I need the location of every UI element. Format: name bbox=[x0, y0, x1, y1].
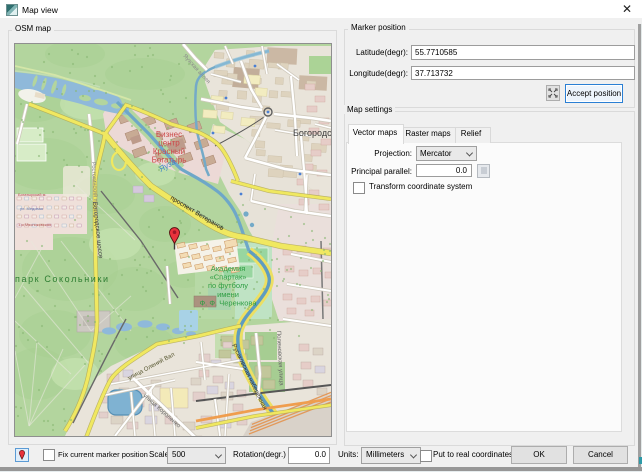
svg-text:ул. Медовая: ул. Медовая bbox=[20, 206, 43, 211]
svg-text:парк Сокольники: парк Сокольники bbox=[15, 274, 110, 284]
svg-text:Богатырский м.: Богатырский м. bbox=[18, 192, 46, 197]
svg-text:1-я Мясниковская: 1-я Мясниковская bbox=[18, 222, 51, 227]
svg-text:Ф. Ф. Черенкова: Ф. Ф. Черенкова bbox=[199, 298, 257, 307]
svg-text:Богородское: Богородское bbox=[293, 128, 332, 138]
